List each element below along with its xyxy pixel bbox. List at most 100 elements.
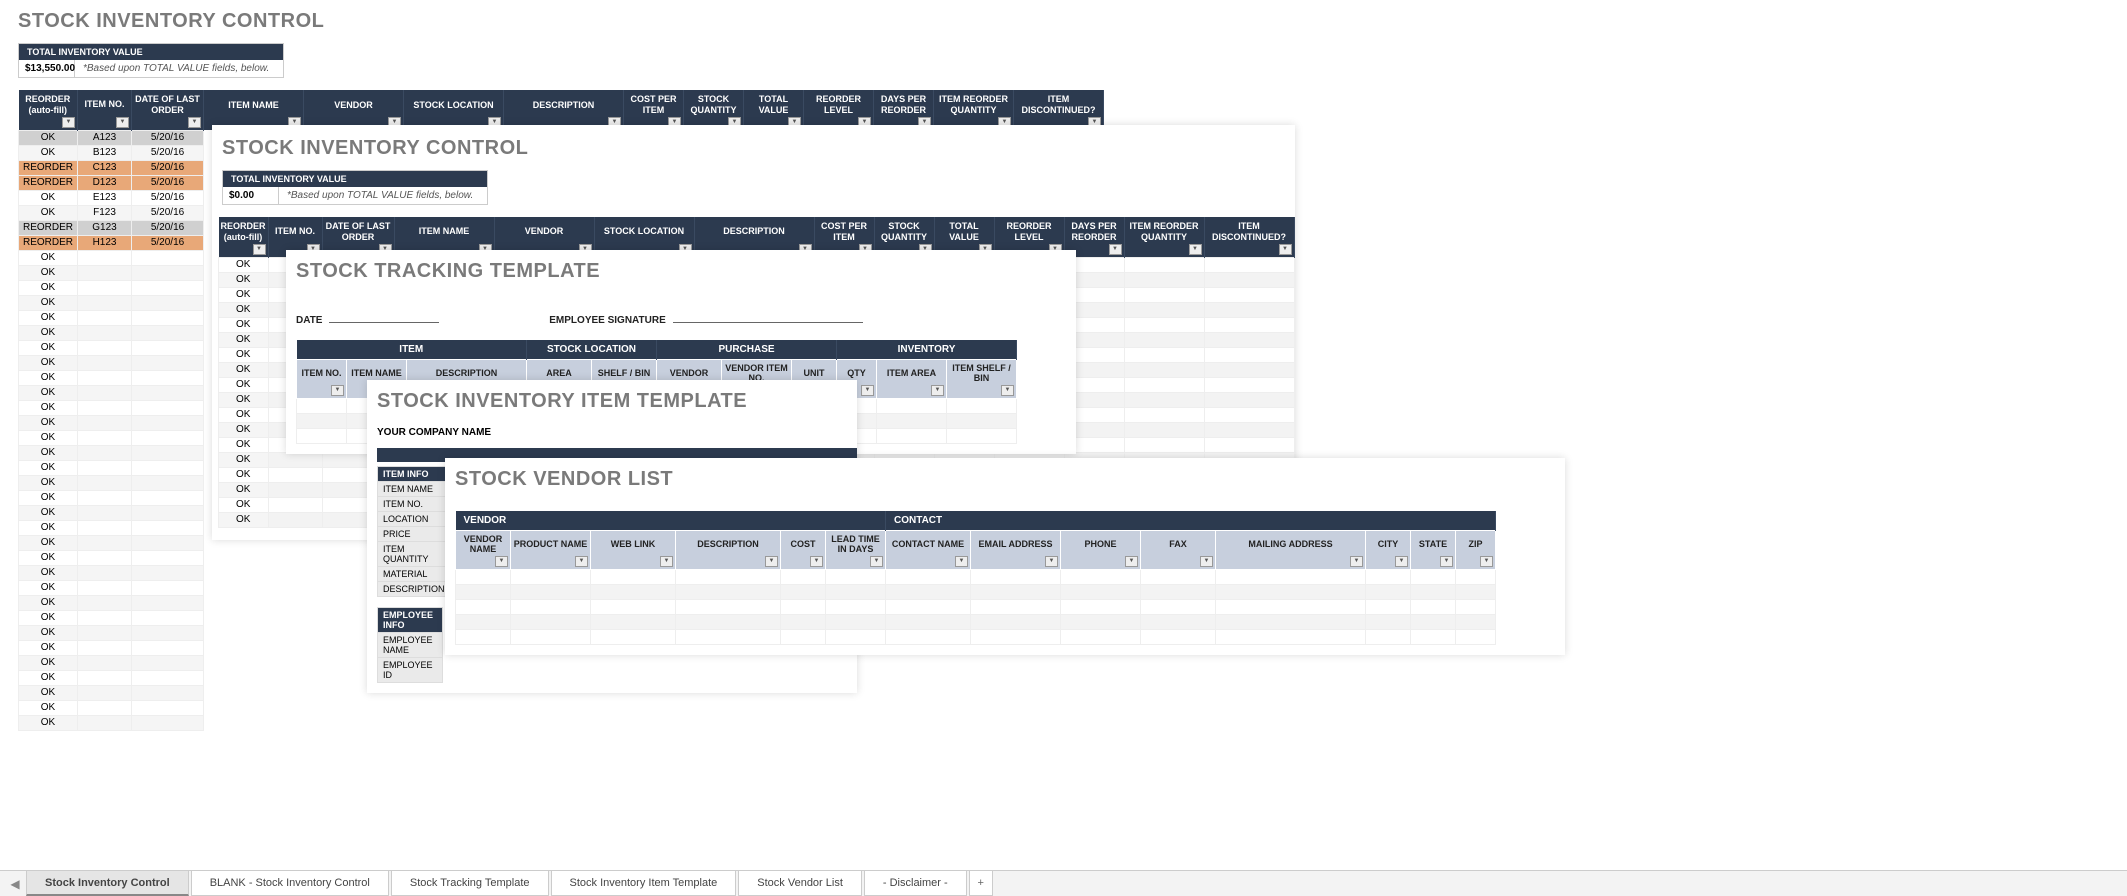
table-cell[interactable]	[78, 610, 132, 625]
table-cell[interactable]	[78, 400, 132, 415]
table-cell[interactable]	[826, 584, 886, 599]
table-cell[interactable]: OK	[19, 145, 78, 160]
table-cell[interactable]	[268, 467, 322, 482]
status-cell[interactable]: OK	[19, 385, 78, 400]
status-cell[interactable]: OK	[19, 370, 78, 385]
status-cell[interactable]: OK	[19, 400, 78, 415]
table-cell[interactable]	[132, 550, 204, 565]
table-cell[interactable]: D123	[78, 175, 132, 190]
table-cell[interactable]	[1124, 422, 1204, 437]
table-cell[interactable]	[78, 715, 132, 730]
table-cell[interactable]	[132, 445, 204, 460]
sheet-tab[interactable]: Stock Tracking Template	[391, 871, 549, 896]
table-cell[interactable]	[886, 614, 971, 629]
status-cell[interactable]: OK	[219, 482, 269, 497]
table-cell[interactable]	[1141, 584, 1216, 599]
table-cell[interactable]	[132, 415, 204, 430]
table-cell[interactable]	[1216, 629, 1366, 644]
table-cell[interactable]	[132, 670, 204, 685]
table-cell[interactable]	[1216, 584, 1366, 599]
table-cell[interactable]	[1124, 377, 1204, 392]
column-header[interactable]: ITEM SHELF / BIN▼	[947, 360, 1017, 399]
status-cell[interactable]: OK	[219, 377, 269, 392]
status-cell[interactable]: OK	[19, 655, 78, 670]
status-cell[interactable]: OK	[219, 392, 269, 407]
table-cell[interactable]: 5/20/16	[132, 205, 204, 220]
column-header[interactable]: REORDER (auto-fill)▼	[19, 90, 78, 130]
table-cell[interactable]	[132, 250, 204, 265]
table-cell[interactable]	[132, 400, 204, 415]
filter-dropdown-icon[interactable]: ▼	[1480, 556, 1493, 567]
filter-dropdown-icon[interactable]: ▼	[1189, 244, 1202, 255]
table-cell[interactable]	[78, 670, 132, 685]
table-cell[interactable]	[132, 325, 204, 340]
status-cell[interactable]: OK	[19, 460, 78, 475]
table-cell[interactable]: OK	[19, 130, 78, 145]
table-cell[interactable]	[676, 614, 781, 629]
status-cell[interactable]: OK	[19, 505, 78, 520]
table-cell[interactable]	[1204, 302, 1294, 317]
table-cell[interactable]	[78, 565, 132, 580]
table-cell[interactable]	[511, 629, 591, 644]
table-cell[interactable]	[1456, 599, 1496, 614]
table-cell[interactable]	[886, 584, 971, 599]
status-cell[interactable]: OK	[19, 250, 78, 265]
filter-dropdown-icon[interactable]: ▼	[1395, 556, 1408, 567]
column-header[interactable]: PRODUCT NAME▼	[511, 531, 591, 570]
table-cell[interactable]	[78, 595, 132, 610]
table-cell[interactable]	[1124, 437, 1204, 452]
table-cell[interactable]: B123	[78, 145, 132, 160]
tab-nav-prev[interactable]: ◀	[4, 871, 26, 896]
table-row[interactable]	[456, 629, 1496, 644]
table-cell[interactable]: G123	[78, 220, 132, 235]
filter-dropdown-icon[interactable]: ▼	[931, 385, 944, 396]
sheet-tab[interactable]: Stock Inventory Control	[26, 871, 189, 896]
status-cell[interactable]: OK	[19, 610, 78, 625]
table-cell[interactable]	[132, 565, 204, 580]
filter-dropdown-icon[interactable]: ▼	[331, 385, 344, 396]
table-cell[interactable]	[1204, 407, 1294, 422]
table-cell[interactable]	[826, 599, 886, 614]
table-cell[interactable]	[1124, 332, 1204, 347]
status-cell[interactable]: OK	[219, 512, 269, 527]
table-cell[interactable]	[78, 310, 132, 325]
table-cell[interactable]	[1204, 377, 1294, 392]
table-row[interactable]	[456, 584, 1496, 599]
table-cell[interactable]	[268, 497, 322, 512]
table-cell[interactable]	[511, 614, 591, 629]
column-header[interactable]: DATE OF LAST ORDER▼	[132, 90, 204, 130]
table-cell[interactable]	[1204, 287, 1294, 302]
table-cell[interactable]	[1204, 272, 1294, 287]
column-header[interactable]: LEAD TIME IN DAYS▼	[826, 531, 886, 570]
table-cell[interactable]: A123	[78, 130, 132, 145]
table-cell[interactable]	[781, 599, 826, 614]
table-cell[interactable]	[1216, 599, 1366, 614]
table-cell[interactable]	[78, 640, 132, 655]
filter-dropdown-icon[interactable]: ▼	[62, 117, 75, 128]
table-cell[interactable]	[132, 505, 204, 520]
table-cell[interactable]	[781, 614, 826, 629]
column-header[interactable]: FAX▼	[1141, 531, 1216, 570]
column-header[interactable]: DESCRIPTION▼	[676, 531, 781, 570]
table-cell[interactable]	[1141, 569, 1216, 584]
column-header[interactable]: ITEM NO.▼	[297, 360, 347, 399]
table-cell[interactable]	[1366, 569, 1411, 584]
table-cell[interactable]	[947, 428, 1017, 443]
table-cell[interactable]	[456, 599, 511, 614]
table-cell[interactable]	[591, 599, 676, 614]
filter-dropdown-icon[interactable]: ▼	[765, 556, 778, 567]
table-cell[interactable]: OK	[19, 205, 78, 220]
table-cell[interactable]: E123	[78, 190, 132, 205]
table-cell[interactable]	[886, 569, 971, 584]
column-header[interactable]: MAILING ADDRESS▼	[1216, 531, 1366, 570]
table-cell[interactable]: 5/20/16	[132, 175, 204, 190]
table-cell[interactable]	[1061, 614, 1141, 629]
filter-dropdown-icon[interactable]: ▼	[955, 556, 968, 567]
filter-dropdown-icon[interactable]: ▼	[1200, 556, 1213, 567]
status-cell[interactable]: OK	[19, 265, 78, 280]
table-cell[interactable]	[781, 629, 826, 644]
table-cell[interactable]: REORDER	[19, 235, 78, 250]
status-cell[interactable]: OK	[19, 670, 78, 685]
table-cell[interactable]	[1124, 347, 1204, 362]
table-cell[interactable]	[591, 569, 676, 584]
